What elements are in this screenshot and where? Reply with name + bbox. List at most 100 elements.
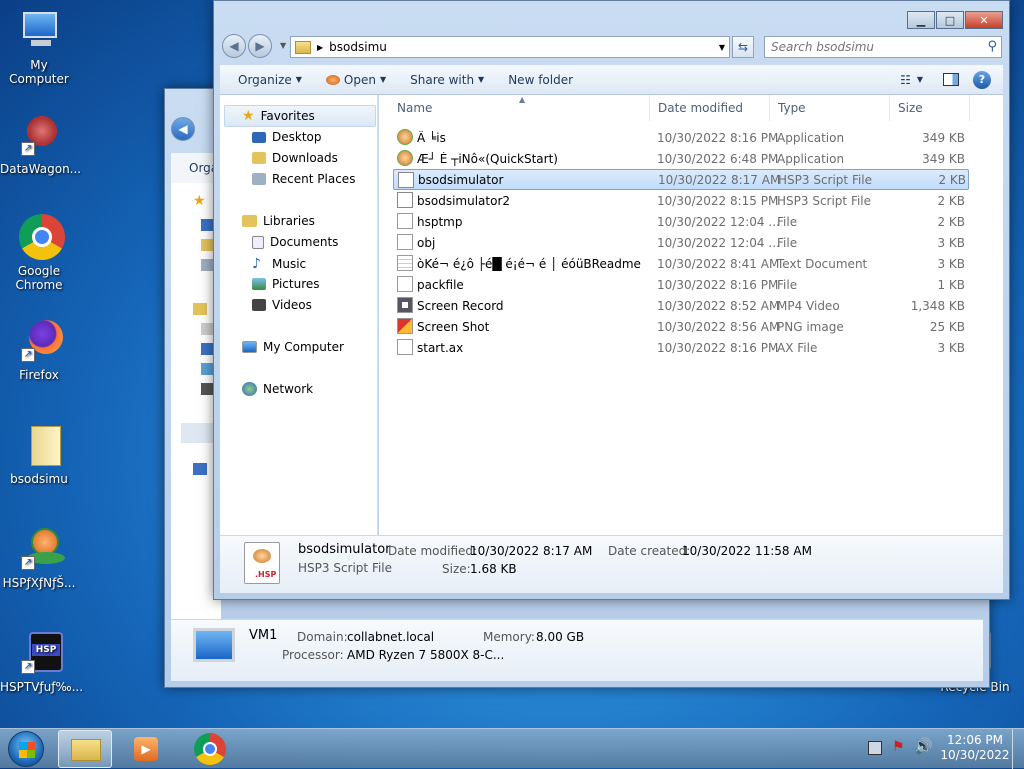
network-icon bbox=[242, 382, 257, 396]
search-input[interactable] bbox=[765, 37, 975, 57]
column-header-type[interactable]: Type bbox=[770, 95, 890, 121]
share-with-button[interactable]: Share with ▼ bbox=[398, 73, 496, 87]
breadcrumb[interactable]: bsodsimu bbox=[329, 40, 387, 54]
taskbar: ▶ ⚑ 🔊 12:06 PM 10/30/2022 bbox=[0, 728, 1024, 769]
maximize-button[interactable]: □ bbox=[936, 11, 964, 29]
application-icon bbox=[397, 129, 413, 145]
explorer-window[interactable]: ▁ □ ✕ ◀ ▶ ▼ ▶ bsodsimu ▼ ⇆ ⚲ Organize▼ O… bbox=[213, 0, 1010, 600]
nav-downloads[interactable]: Downloads bbox=[252, 151, 338, 165]
file-row[interactable]: packfile 10/30/2022 8:16 PM File 1 KB bbox=[393, 274, 969, 295]
desktop-icon-datawagon[interactable]: ↗ DataWagon... bbox=[0, 112, 81, 176]
processor-value: AMD Ryzen 7 5800X 8-C... bbox=[347, 648, 505, 662]
start-button[interactable] bbox=[8, 731, 44, 767]
file-row[interactable]: obj 10/30/2022 12:04 ... File 3 KB bbox=[393, 232, 969, 253]
file-type: MP4 Video bbox=[777, 298, 840, 313]
nav-music[interactable]: ♪ Music bbox=[252, 256, 306, 272]
file-size: 349 KB bbox=[922, 151, 965, 166]
nav-favorites[interactable]: ★ Favorites bbox=[242, 108, 315, 124]
refresh-button[interactable]: ⇆ bbox=[732, 36, 754, 58]
file-size: 2 KB bbox=[937, 193, 965, 208]
recent-pages-dropdown[interactable]: ▼ bbox=[280, 41, 286, 50]
volume-icon[interactable]: 🔊 bbox=[914, 737, 933, 755]
file-row[interactable]: bsodsimulator2 10/30/2022 8:15 PM HSP3 S… bbox=[393, 190, 969, 211]
nav-desktop-label: Desktop bbox=[272, 130, 322, 144]
column-header-name[interactable]: Name bbox=[379, 95, 650, 121]
file-row[interactable]: start.ax 10/30/2022 8:16 PM AX File 3 KB bbox=[393, 337, 969, 358]
file-size: 3 KB bbox=[937, 256, 965, 271]
show-desktop-button[interactable] bbox=[1012, 729, 1024, 769]
minimize-button[interactable]: ▁ bbox=[907, 11, 935, 29]
file-type: File bbox=[777, 235, 798, 250]
desktop-icon-bsodsimu[interactable]: bsodsimu bbox=[0, 422, 78, 486]
memory-label: Memory: bbox=[483, 630, 535, 644]
file-row[interactable]: Screen Shot 10/30/2022 8:56 AM PNG image… bbox=[393, 316, 969, 337]
nav-documents[interactable]: Documents bbox=[252, 235, 338, 249]
folder-icon bbox=[295, 40, 311, 54]
nav-my-computer[interactable]: My Computer bbox=[242, 340, 344, 354]
file-name: Screen Record bbox=[417, 298, 504, 313]
address-bar[interactable]: ▶ bsodsimu ▼ bbox=[290, 36, 730, 58]
file-type: Application bbox=[777, 151, 845, 166]
desktop-icon-hsp[interactable]: ↗ HSPƒXƒNƒŠ... bbox=[0, 526, 78, 590]
chevron-down-icon: ▼ bbox=[295, 75, 302, 84]
file-row[interactable]: òKé¬ é¿ô ├é█ é¡é¬ é │ éóüBReadme 10/30/2… bbox=[393, 253, 969, 274]
file-row[interactable]: hsptmp 10/30/2022 12:04 ... File 2 KB bbox=[393, 211, 969, 232]
file-row[interactable]: Screen Record 10/30/2022 8:52 AM MP4 Vid… bbox=[393, 295, 969, 316]
action-center-flag-icon[interactable]: ⚑ bbox=[892, 739, 905, 755]
open-button[interactable]: Open ▼ bbox=[314, 73, 398, 87]
forward-button[interactable]: ▶ bbox=[248, 34, 272, 58]
back-button[interactable]: ◀ bbox=[222, 34, 246, 58]
close-button[interactable]: ✕ bbox=[965, 11, 1003, 29]
file-size: 1 KB bbox=[937, 277, 965, 292]
file-date-modified: 10/30/2022 6:48 PM bbox=[657, 151, 779, 166]
file-name: Ä ╘is bbox=[417, 130, 446, 145]
file-date-modified: 10/30/2022 12:04 ... bbox=[657, 235, 780, 250]
size-label: Size: bbox=[442, 562, 471, 576]
desktop-icon-my-computer[interactable]: My Computer bbox=[0, 8, 78, 86]
column-header-size[interactable]: Size bbox=[890, 95, 970, 121]
desktop-icon-firefox[interactable]: ↗ Firefox bbox=[0, 318, 78, 382]
clock[interactable]: 12:06 PM 10/30/2022 bbox=[940, 733, 1010, 763]
recent-places-icon bbox=[252, 173, 266, 185]
help-button[interactable]: ? bbox=[973, 70, 991, 89]
organize-button[interactable]: Organize ▼ bbox=[226, 73, 314, 87]
hsptv-icon: HSP ↗ bbox=[15, 630, 63, 678]
command-bar: Organize ▼ Open ▼ Share with ▼ New folder ☷… bbox=[220, 65, 1003, 95]
file-name: òKé¬ é¿ô ├é█ é¡é¬ é │ éóüBReadme bbox=[417, 256, 641, 271]
taskbar-chrome-button[interactable] bbox=[188, 733, 232, 765]
file-row[interactable]: bsodsimulator 10/30/2022 8:17 AM HSP3 Sc… bbox=[393, 169, 969, 190]
nav-my-computer-label: My Computer bbox=[263, 340, 344, 354]
preview-pane-button[interactable] bbox=[943, 73, 959, 86]
nav-libraries[interactable]: Libraries bbox=[242, 214, 315, 228]
desktop-icon-hsptv[interactable]: HSP ↗ HSPTVƒuƒ‰... bbox=[0, 630, 83, 694]
taskbar-explorer-button[interactable] bbox=[58, 730, 112, 768]
windows-logo-icon bbox=[19, 742, 35, 758]
network-tray-icon[interactable] bbox=[868, 741, 882, 755]
file-row[interactable]: Ä ╘is 10/30/2022 8:16 PM Application 349… bbox=[393, 127, 969, 148]
nav-recent-places[interactable]: Recent Places bbox=[252, 172, 355, 186]
breadcrumb-arrow-icon: ▶ bbox=[317, 42, 324, 52]
taskbar-media-player-button[interactable]: ▶ bbox=[124, 733, 168, 765]
nav-network[interactable]: Network bbox=[242, 382, 313, 396]
clock-date: 10/30/2022 bbox=[940, 748, 1010, 762]
open-with-icon bbox=[325, 74, 340, 85]
address-dropdown-icon[interactable]: ▼ bbox=[719, 43, 725, 52]
firefox-icon: ↗ bbox=[15, 318, 63, 366]
nav-pictures[interactable]: Pictures bbox=[252, 277, 320, 291]
file-name: obj bbox=[417, 235, 436, 250]
back-button[interactable]: ◀ bbox=[171, 117, 195, 141]
change-view-button[interactable]: ☷ ▼ bbox=[900, 73, 923, 87]
domain-value: collabnet.local bbox=[347, 630, 435, 644]
file-type: PNG image bbox=[777, 319, 844, 334]
nav-desktop[interactable]: Desktop bbox=[252, 130, 322, 144]
new-folder-button[interactable]: New folder bbox=[496, 73, 585, 87]
application-icon bbox=[397, 150, 413, 166]
desktop-icon-chrome[interactable]: Google Chrome bbox=[0, 214, 78, 292]
selected-file-name: bsodsimulator bbox=[298, 542, 391, 557]
nav-videos[interactable]: Videos bbox=[252, 298, 312, 312]
column-header-date-modified[interactable]: Date modified bbox=[650, 95, 770, 121]
file-row[interactable]: Æ┘ É ┬iNô«(QuickStart) 10/30/2022 6:48 P… bbox=[393, 148, 969, 169]
file-date-modified: 10/30/2022 8:16 PM bbox=[657, 130, 779, 145]
nav-icon bbox=[193, 303, 207, 315]
search-box[interactable]: ⚲ bbox=[764, 36, 1002, 58]
